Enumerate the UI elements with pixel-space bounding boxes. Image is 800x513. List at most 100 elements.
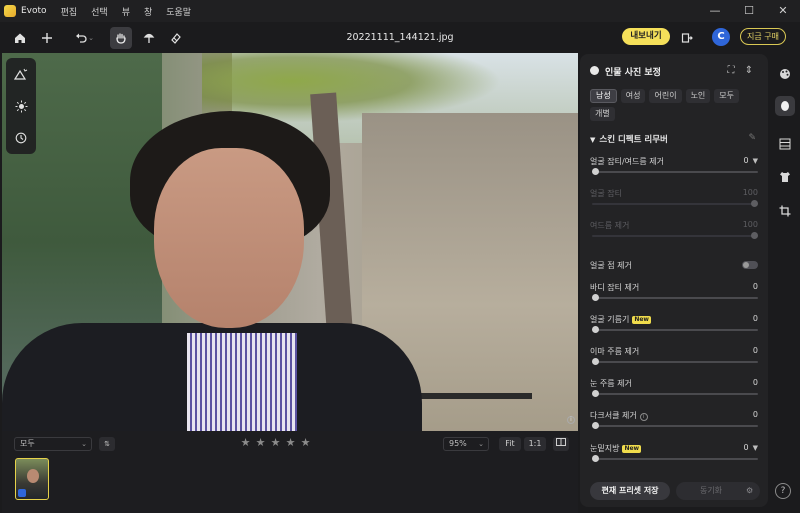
slider-handle[interactable]	[592, 168, 599, 175]
menu-help[interactable]: 도움말	[166, 5, 191, 18]
star-5-icon[interactable]: ★	[298, 436, 313, 449]
one-to-one-button[interactable]: 1:1	[524, 437, 546, 451]
panel-toggle-icon[interactable]: ⇕	[740, 65, 758, 76]
slider-dark-circle[interactable]: 다크서클 제거 i 0	[590, 410, 758, 440]
slider-handle[interactable]	[751, 200, 758, 207]
canvas-tool-palette	[6, 58, 36, 154]
menu-select[interactable]: 선택	[91, 5, 108, 18]
slider-face-oil[interactable]: 얼굴 기름기 New 0	[590, 314, 758, 344]
slider-track[interactable]	[592, 425, 758, 427]
tag-child[interactable]: 어린이	[649, 89, 682, 103]
history-icon[interactable]	[6, 126, 36, 150]
slider-track[interactable]	[592, 171, 758, 173]
slider-track[interactable]	[592, 458, 758, 460]
panel-footer: 편재 프리셋 저장 동기화 ⚙	[590, 482, 760, 500]
filter-dropdown[interactable]: 모두 ⌄	[14, 437, 92, 451]
help-icon[interactable]: ?	[775, 483, 791, 499]
zoom-dropdown[interactable]: 95% ⌄	[443, 437, 489, 451]
save-preset-button[interactable]: 편재 프리셋 저장	[590, 482, 670, 500]
section-title: 스킨 디펙트 리무버	[599, 135, 668, 145]
slider-handle[interactable]	[592, 390, 599, 397]
subject-tags: 남성 여성 어린이 노인 모두 개별	[590, 89, 758, 125]
photo-thumbnail[interactable]	[15, 458, 49, 500]
sync-settings-icon[interactable]: ⚙	[746, 482, 760, 500]
sort-button[interactable]: ⇅	[99, 437, 115, 451]
slider-label: 이마 주름 제거	[590, 347, 640, 356]
slider-forehead-wrinkle[interactable]: 이마 주름 제거 0	[590, 346, 758, 376]
brush-mask-icon[interactable]	[138, 27, 160, 49]
sync-button[interactable]: 동기화	[676, 482, 746, 500]
crop-icon[interactable]	[775, 201, 795, 221]
star-3-icon[interactable]: ★	[268, 436, 283, 449]
maximize-button[interactable]: ☐	[732, 0, 766, 22]
share-panel-icon[interactable]	[676, 27, 698, 49]
eraser-icon[interactable]	[165, 27, 187, 49]
compare-view-icon[interactable]	[553, 437, 569, 451]
tag-male[interactable]: 남성	[590, 89, 617, 103]
edit-pencil-icon[interactable]: ✎	[748, 133, 756, 143]
slider-body-blemish[interactable]: 바디 잡티 제거 0	[590, 282, 758, 312]
palette-icon[interactable]	[775, 64, 795, 84]
slider-track[interactable]	[592, 203, 758, 205]
hand-tool-icon[interactable]	[110, 27, 132, 49]
slider-handle[interactable]	[592, 294, 599, 301]
minimize-button[interactable]: —	[698, 0, 732, 22]
tag-elderly[interactable]: 노인	[685, 89, 711, 103]
close-button[interactable]: ✕	[766, 0, 800, 22]
background-grid-icon[interactable]	[775, 134, 795, 154]
photo-face	[154, 148, 304, 328]
clothing-icon[interactable]	[775, 167, 795, 187]
slider-track[interactable]	[592, 329, 758, 331]
photo-canvas[interactable]	[2, 53, 578, 431]
slider-handle[interactable]	[592, 358, 599, 365]
info-icon[interactable]: i	[639, 413, 648, 421]
slider-track[interactable]	[592, 393, 758, 395]
section-header[interactable]: ▼ 스킨 디펙트 리무버	[590, 133, 668, 145]
slider-track[interactable]	[592, 297, 758, 299]
chevron-down-icon: ⌄	[478, 440, 484, 448]
slider-track[interactable]	[592, 235, 758, 237]
slider-handle[interactable]	[592, 455, 599, 462]
portrait-face-icon[interactable]	[775, 96, 795, 116]
slider-handle[interactable]	[592, 326, 599, 333]
slider-blemish-all[interactable]: 얼굴 잡티/여드름 제거 0 ▼	[590, 156, 758, 186]
zoom-value: 95%	[449, 439, 467, 448]
slider-eye-bag[interactable]: 눈밑지방 New 0 ▼	[590, 443, 758, 473]
slider-acne[interactable]: 여드름 제거 100	[590, 220, 758, 250]
menu-edit[interactable]: 편집	[61, 5, 78, 18]
fit-button[interactable]: Fit	[499, 437, 521, 451]
main-toolbar: ⌄ 20221111_144121.jpg	[0, 22, 800, 54]
star-2-icon[interactable]: ★	[253, 436, 268, 449]
slider-handle[interactable]	[751, 232, 758, 239]
menu-view[interactable]: 뷰	[122, 5, 130, 18]
slider-value[interactable]: 0 ▼	[744, 156, 758, 165]
slider-blemish[interactable]: 얼굴 잡티 100	[590, 188, 758, 218]
auto-enhance-icon[interactable]	[6, 62, 36, 86]
face-select-icon[interactable]: ⛶	[722, 65, 740, 76]
spot-removal-toggle[interactable]	[742, 261, 758, 269]
thumbnail-face	[27, 469, 39, 483]
slider-eye-wrinkle[interactable]: 눈 주름 제거 0	[590, 378, 758, 408]
menu-window[interactable]: 창	[144, 5, 152, 18]
undo-history-chevron-icon[interactable]: ⌄	[86, 27, 96, 49]
canvas-info-icon[interactable]: i	[567, 416, 575, 424]
adjust-sun-icon[interactable]	[6, 94, 36, 118]
slider-track[interactable]	[592, 361, 758, 363]
add-icon[interactable]	[36, 27, 58, 49]
tag-individual[interactable]: 개별	[590, 107, 615, 121]
star-1-icon[interactable]: ★	[238, 436, 253, 449]
star-4-icon[interactable]: ★	[283, 436, 298, 449]
title-bar: Evoto 편집 선택 뷰 창 도움말 — ☐ ✕	[0, 0, 800, 22]
slider-value[interactable]: 0 ▼	[744, 443, 758, 452]
avatar[interactable]: C	[712, 28, 730, 46]
slider-handle[interactable]	[592, 422, 599, 429]
spot-removal-label: 얼굴 점 제거	[590, 261, 632, 270]
tag-female[interactable]: 여성	[620, 89, 646, 103]
home-icon[interactable]	[9, 27, 31, 49]
collapse-triangle-icon: ▼	[590, 136, 596, 144]
export-button[interactable]: 내보내기	[622, 28, 670, 45]
slider-label: 바디 잡티 제거	[590, 283, 640, 292]
buy-now-button[interactable]: 지금 구매	[740, 28, 786, 45]
tag-all[interactable]: 모두	[714, 89, 740, 103]
slider-value: 100	[742, 188, 758, 197]
